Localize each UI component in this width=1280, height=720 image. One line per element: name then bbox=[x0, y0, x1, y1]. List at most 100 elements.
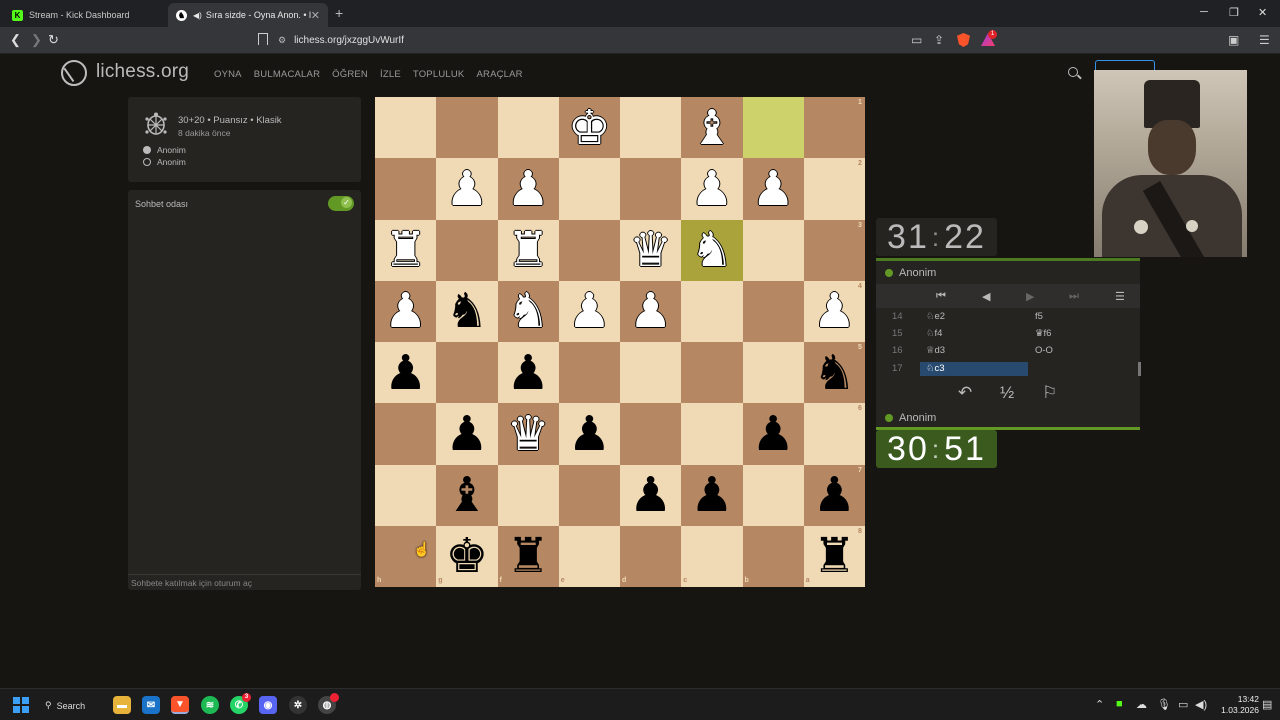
black-rook-piece[interactable]: ♜ bbox=[498, 526, 559, 587]
lichess-logo-icon[interactable] bbox=[61, 60, 87, 86]
square-d2[interactable] bbox=[620, 158, 682, 220]
offer-draw-button[interactable]: ½ bbox=[1000, 383, 1014, 403]
minimize-icon[interactable]: ─ bbox=[1200, 6, 1208, 18]
bookmark-icon[interactable] bbox=[258, 33, 268, 45]
black-pawn-piece[interactable]: ♟ bbox=[375, 342, 436, 403]
takeback-icon[interactable]: ↶ bbox=[958, 383, 972, 403]
black-pawn-piece[interactable]: ♟ bbox=[559, 403, 620, 464]
square-c8[interactable] bbox=[681, 525, 743, 587]
nav-watch[interactable]: İZLE bbox=[380, 69, 401, 80]
microphone-icon[interactable]: 🎙 bbox=[1157, 698, 1171, 711]
square-d8[interactable] bbox=[620, 525, 682, 587]
square-e7[interactable] bbox=[558, 464, 620, 526]
taskbar-search[interactable]: ⚲ Search bbox=[45, 696, 103, 715]
chatgpt-icon[interactable]: ✲ bbox=[289, 696, 307, 714]
black-knight-piece[interactable]: ♞ bbox=[804, 342, 865, 403]
square-e3[interactable] bbox=[558, 219, 620, 281]
black-pawn-piece[interactable]: ♟ bbox=[498, 342, 559, 403]
square-a1[interactable] bbox=[803, 97, 865, 159]
cast-icon[interactable]: ▭ bbox=[911, 33, 922, 47]
obs-icon[interactable]: ◍ bbox=[318, 693, 339, 714]
notifications-icon[interactable]: ▤ bbox=[1262, 698, 1272, 711]
previous-move-icon[interactable]: ◀ bbox=[982, 290, 990, 303]
new-tab-button[interactable]: + bbox=[335, 5, 343, 21]
black-king-piece[interactable]: ♚ bbox=[436, 526, 497, 587]
black-player[interactable]: Anonim bbox=[143, 157, 186, 167]
black-knight-piece[interactable]: ♞ bbox=[436, 281, 497, 342]
square-c4[interactable] bbox=[681, 280, 743, 342]
square-f7[interactable] bbox=[497, 464, 559, 526]
back-icon[interactable]: ❮ bbox=[10, 32, 21, 48]
square-e5[interactable] bbox=[558, 342, 620, 404]
first-move-icon[interactable]: ⏮ bbox=[936, 290, 946, 303]
menu-icon[interactable]: ☰ bbox=[1115, 290, 1125, 303]
address-bar[interactable]: ⚙ lichess.org/jxzggUvWurIf bbox=[278, 31, 998, 50]
kick-tray-icon[interactable]: ■ bbox=[1116, 698, 1123, 710]
show-hidden-icons[interactable]: ⌃ bbox=[1095, 698, 1104, 711]
black-pawn-piece[interactable]: ♟ bbox=[804, 465, 865, 526]
square-h1[interactable] bbox=[375, 97, 437, 159]
onedrive-icon[interactable]: ☁ bbox=[1136, 698, 1147, 711]
menu-icon[interactable]: ☰ bbox=[1259, 33, 1270, 47]
square-g5[interactable] bbox=[436, 342, 498, 404]
black-pawn-piece[interactable]: ♟ bbox=[436, 403, 497, 464]
last-move-icon[interactable]: ⏭ bbox=[1069, 290, 1079, 303]
current-move[interactable]: ♘c3 bbox=[920, 361, 1028, 376]
square-h7[interactable] bbox=[375, 464, 437, 526]
black-pawn-piece[interactable]: ♟ bbox=[743, 403, 804, 464]
white-move[interactable]: ♘e2 bbox=[926, 311, 945, 322]
resign-flag-icon[interactable]: ⚐ bbox=[1042, 383, 1057, 403]
volume-icon[interactable]: ◀) bbox=[1195, 698, 1207, 711]
square-a6[interactable] bbox=[803, 403, 865, 465]
square-g3[interactable] bbox=[436, 219, 498, 281]
sidebar-icon[interactable]: ▣ bbox=[1228, 33, 1239, 47]
move-list-scrollbar[interactable] bbox=[1138, 362, 1141, 376]
square-b5[interactable] bbox=[742, 342, 804, 404]
opponent-name[interactable]: Anonim bbox=[899, 267, 936, 279]
square-b3[interactable] bbox=[742, 219, 804, 281]
site-info-icon[interactable]: ⚙ bbox=[278, 35, 286, 46]
black-move[interactable]: O-O bbox=[1035, 345, 1053, 356]
square-e8[interactable] bbox=[558, 525, 620, 587]
square-b8[interactable] bbox=[742, 525, 804, 587]
restore-icon[interactable]: ❐ bbox=[1229, 6, 1239, 19]
share-icon[interactable]: ⇪ bbox=[934, 33, 944, 47]
square-c5[interactable] bbox=[681, 342, 743, 404]
square-b7[interactable] bbox=[742, 464, 804, 526]
site-logo[interactable]: lichess.org bbox=[96, 61, 189, 83]
nav-learn[interactable]: ÖĞREN bbox=[332, 69, 368, 80]
forward-icon[interactable]: ❯ bbox=[31, 32, 42, 48]
window-close-icon[interactable]: ✕ bbox=[1258, 6, 1267, 19]
audio-icon[interactable]: ◀) bbox=[193, 11, 202, 20]
square-d6[interactable] bbox=[620, 403, 682, 465]
file-explorer-icon[interactable]: ▬ bbox=[113, 696, 131, 714]
mail-icon[interactable]: ✉ bbox=[142, 696, 160, 714]
windows-start-icon[interactable] bbox=[13, 697, 29, 713]
square-h2[interactable] bbox=[375, 158, 437, 220]
close-tab-icon[interactable]: ✕ bbox=[311, 9, 320, 22]
black-move[interactable]: f5 bbox=[1035, 311, 1043, 322]
white-move[interactable]: ♕d3 bbox=[926, 345, 945, 356]
tab-lichess-game[interactable]: ♞ ◀) Sıra sizde - Oyna Anon. • lich ✕ bbox=[168, 3, 328, 27]
discord-icon[interactable]: ◉ bbox=[259, 696, 277, 714]
square-b4[interactable] bbox=[742, 280, 804, 342]
white-player[interactable]: Anonim bbox=[143, 145, 186, 155]
next-move-icon[interactable]: ▶ bbox=[1026, 290, 1034, 303]
square-d5[interactable] bbox=[620, 342, 682, 404]
nav-tools[interactable]: ARAÇLAR bbox=[476, 69, 522, 80]
square-f1[interactable] bbox=[497, 97, 559, 159]
clock-date[interactable]: 13:42 1.03.2026 bbox=[1213, 694, 1259, 716]
square-d1[interactable] bbox=[620, 97, 682, 159]
square-b1[interactable] bbox=[742, 97, 804, 159]
square-c6[interactable] bbox=[681, 403, 743, 465]
reload-icon[interactable]: ↻ bbox=[48, 32, 59, 48]
black-pawn-piece[interactable]: ♟ bbox=[681, 465, 742, 526]
square-a3[interactable] bbox=[803, 219, 865, 281]
tab-kick-dashboard[interactable]: K Stream - Kick Dashboard bbox=[4, 3, 164, 27]
black-pawn-piece[interactable]: ♟ bbox=[620, 465, 681, 526]
white-move[interactable]: ♘f4 bbox=[926, 328, 942, 339]
nav-community[interactable]: TOPLULUK bbox=[413, 69, 465, 80]
brave-browser-icon[interactable]: ▼ bbox=[171, 696, 189, 714]
square-g1[interactable] bbox=[436, 97, 498, 159]
nav-puzzles[interactable]: BULMACALAR bbox=[254, 69, 320, 80]
